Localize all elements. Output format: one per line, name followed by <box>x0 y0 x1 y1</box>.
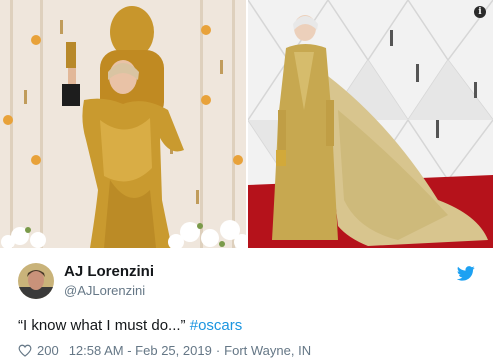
info-icon[interactable]: i <box>474 6 486 18</box>
meta-separator: · <box>215 343 221 358</box>
like-count[interactable]: 200 <box>37 343 59 358</box>
avatar[interactable] <box>18 263 54 299</box>
hashtag-link[interactable]: #oscars <box>190 317 243 334</box>
location[interactable]: Fort Wayne, IN <box>224 343 311 358</box>
author-handle[interactable]: @AJLorenzini <box>64 283 145 298</box>
tweet-text: “I know what I must do...” #oscars <box>18 317 242 334</box>
heart-icon[interactable] <box>18 344 32 357</box>
tweet-meta: 200 12:58 AM - Feb 25, 2019 · Fort Wayne… <box>18 343 311 358</box>
media-image-right[interactable]: i <box>248 0 493 248</box>
oscar-gold-dress-photo <box>0 0 246 248</box>
tweet-media[interactable]: i <box>0 0 493 248</box>
gold-cape-red-carpet-photo <box>248 0 493 248</box>
tweet-card: AJ Lorenzini @AJLorenzini “I know what I… <box>0 248 493 364</box>
avatar-image <box>18 263 54 299</box>
timestamp[interactable]: 12:58 AM - Feb 25, 2019 <box>69 343 212 358</box>
twitter-bird-icon[interactable] <box>457 266 475 281</box>
media-image-left[interactable] <box>0 0 246 248</box>
author-name[interactable]: AJ Lorenzini <box>64 263 154 280</box>
tweet-text-body: “I know what I must do...” <box>18 317 190 334</box>
